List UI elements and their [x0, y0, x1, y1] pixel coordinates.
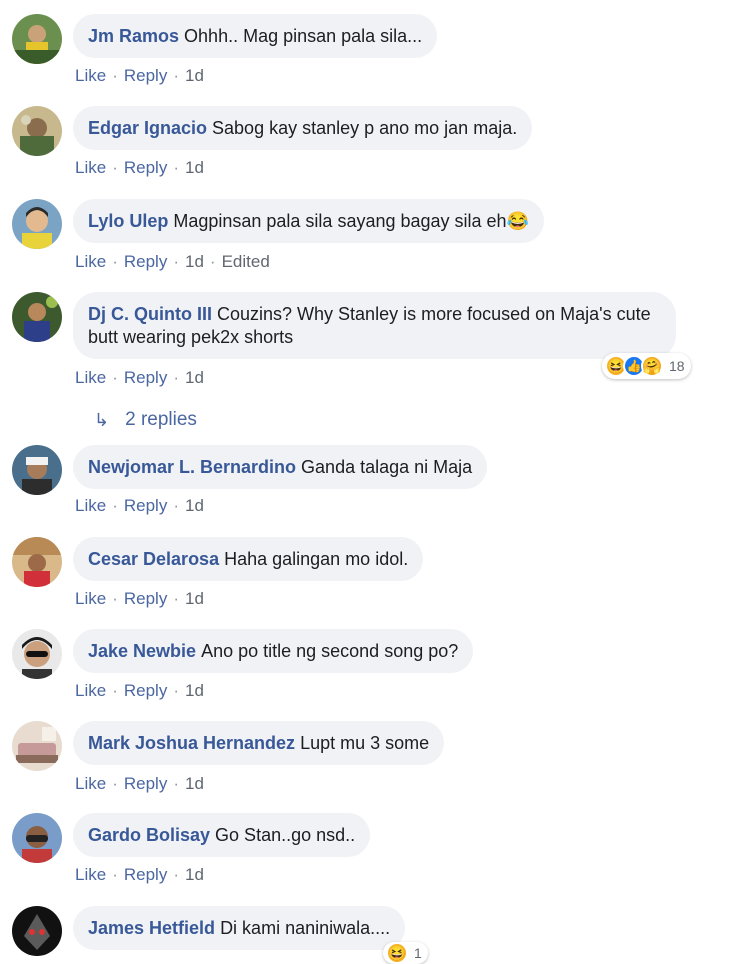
like-link[interactable]: Like — [75, 252, 106, 271]
timestamp[interactable]: 1d — [185, 158, 204, 177]
comment-text: Ganda talaga ni Maja — [301, 457, 473, 477]
comment-text: Magpinsan pala sila sayang bagay sila eh… — [173, 211, 529, 231]
comment-actions: Like · Reply · 1d · Edited — [75, 252, 270, 271]
reply-link[interactable]: Reply — [124, 589, 167, 608]
commenter-name[interactable]: Edgar Ignacio — [88, 118, 207, 138]
commenter-name[interactable]: Cesar Delarosa — [88, 549, 219, 569]
timestamp[interactable]: 1d — [185, 865, 204, 884]
comment-text: Ano po title ng second song po? — [201, 641, 459, 661]
like-link[interactable]: Like — [75, 681, 106, 700]
avatar[interactable] — [12, 292, 62, 342]
timestamp[interactable]: 1d — [185, 589, 204, 608]
commenter-name[interactable]: Dj C. Quinto III — [88, 304, 212, 324]
reaction-count: 18 — [669, 358, 685, 374]
like-link[interactable]: Like — [75, 66, 106, 85]
care-reaction-icon: 🤗 — [641, 355, 663, 377]
comment-text: Di kami naniniwala.... — [220, 918, 391, 938]
haha-reaction-icon: 😆 — [386, 942, 408, 964]
commenter-name[interactable]: Jake Newbie — [88, 641, 196, 661]
comment-actions: Like · Reply · 1d — [75, 158, 204, 177]
comment-actions: Like · Reply · 1d — [75, 681, 204, 700]
replies-count: 2 replies — [125, 409, 197, 430]
comment-bubble: Jm Ramos Ohhh.. Mag pinsan pala sila... — [73, 14, 438, 58]
avatar[interactable] — [12, 445, 62, 495]
comment-text: Ohhh.. Mag pinsan pala sila... — [184, 26, 423, 46]
reactions-summary[interactable]: 😆 👍 🤗 18 — [602, 353, 691, 379]
comment-bubble: Dj C. Quinto III Couzins? Why Stanley is … — [73, 292, 676, 359]
comment-bubble: Gardo Bolisay Go Stan..go nsd.. — [73, 813, 371, 857]
reply-link[interactable]: Reply — [124, 774, 167, 793]
like-link[interactable]: Like — [75, 774, 106, 793]
reply-arrow-icon: ↳ — [94, 409, 110, 430]
like-link[interactable]: Like — [75, 368, 106, 387]
comment-actions: Like · Reply · 1d — [75, 865, 204, 884]
comment-actions: Like · Reply · 1d — [75, 774, 204, 793]
avatar[interactable] — [12, 106, 62, 156]
avatar[interactable] — [12, 906, 62, 956]
comment-bubble: Mark Joshua Hernandez Lupt mu 3 some — [73, 721, 445, 765]
commenter-name[interactable]: Jm Ramos — [88, 26, 179, 46]
avatar[interactable] — [12, 813, 62, 863]
comment-bubble: Jake Newbie Ano po title ng second song p… — [73, 629, 474, 673]
commenter-name[interactable]: Lylo Ulep — [88, 211, 168, 231]
comment-text: Go Stan..go nsd.. — [215, 825, 356, 845]
comment-bubble: Newjomar L. Bernardino Ganda talaga ni Ma… — [73, 445, 488, 489]
timestamp[interactable]: 1d — [185, 496, 204, 515]
comment-actions: Like · Reply · 1d — [75, 589, 204, 608]
comment-actions: Like · Reply · 1d — [75, 368, 204, 387]
reply-link[interactable]: Reply — [124, 496, 167, 515]
timestamp[interactable]: 1d — [185, 66, 204, 85]
reactions-summary[interactable]: 😆 1 — [383, 942, 428, 964]
comment-actions: Like · Reply · 1d — [75, 66, 204, 85]
avatar[interactable] — [12, 721, 62, 771]
like-link[interactable]: Like — [75, 496, 106, 515]
like-link[interactable]: Like — [75, 158, 106, 177]
timestamp[interactable]: 1d — [185, 774, 204, 793]
reply-link[interactable]: Reply — [124, 681, 167, 700]
reaction-count: 1 — [414, 945, 422, 961]
avatar[interactable] — [12, 14, 62, 64]
avatar[interactable] — [12, 199, 62, 249]
reply-link[interactable]: Reply — [124, 368, 167, 387]
comment-actions: Like · Reply · 1d — [75, 496, 204, 515]
commenter-name[interactable]: Newjomar L. Bernardino — [88, 457, 296, 477]
edited-label: Edited — [221, 252, 270, 271]
avatar[interactable] — [12, 629, 62, 679]
reply-link[interactable]: Reply — [124, 158, 167, 177]
like-link[interactable]: Like — [75, 589, 106, 608]
reply-link[interactable]: Reply — [124, 66, 167, 85]
commenter-name[interactable]: James Hetfield — [88, 918, 215, 938]
like-link[interactable]: Like — [75, 865, 106, 884]
reply-link[interactable]: Reply — [124, 865, 167, 884]
comment-bubble: Edgar Ignacio Sabog kay stanley p ano mo … — [73, 106, 533, 150]
comment-text: Haha galingan mo idol. — [224, 549, 409, 569]
avatar[interactable] — [12, 537, 62, 587]
comment-text: Sabog kay stanley p ano mo jan maja. — [212, 118, 518, 138]
comment-bubble: Cesar Delarosa Haha galingan mo idol. — [73, 537, 424, 581]
reply-link[interactable]: Reply — [124, 252, 167, 271]
timestamp[interactable]: 1d — [185, 252, 204, 271]
comment-bubble: Lylo Ulep Magpinsan pala sila sayang baga… — [73, 199, 544, 243]
view-replies-link[interactable]: ↳ 2 replies — [94, 409, 197, 431]
comment-bubble: James Hetfield Di kami naniniwala.... — [73, 906, 406, 950]
commenter-name[interactable]: Gardo Bolisay — [88, 825, 210, 845]
timestamp[interactable]: 1d — [185, 368, 204, 387]
timestamp[interactable]: 1d — [185, 681, 204, 700]
commenter-name[interactable]: Mark Joshua Hernandez — [88, 733, 295, 753]
comment-text: Lupt mu 3 some — [300, 733, 430, 753]
